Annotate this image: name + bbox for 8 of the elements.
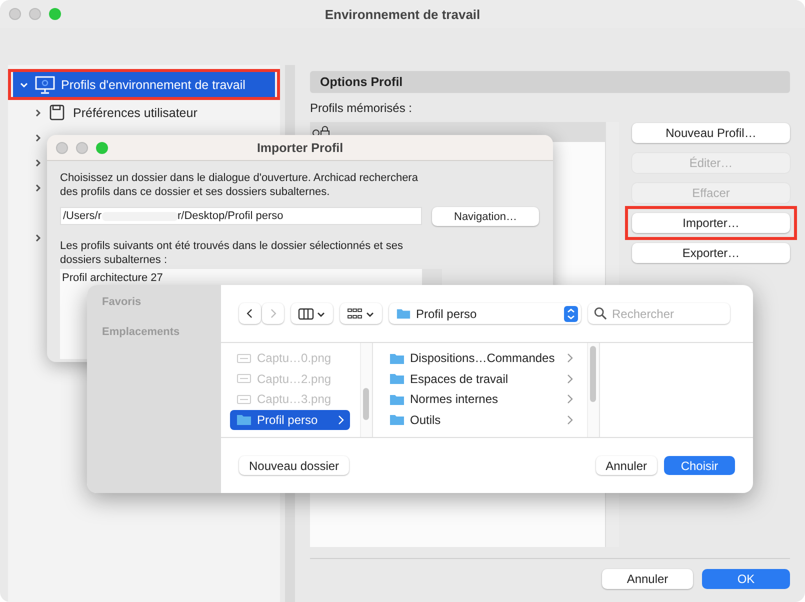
- sidebar-heading: Emplacements: [102, 326, 181, 340]
- sidebar-heading: Favoris: [102, 296, 142, 310]
- dialog-title: Importer Profil: [256, 140, 344, 154]
- window-title: Environnement de travail: [324, 6, 480, 22]
- list-label: Profils mémorisés :: [310, 101, 414, 115]
- found-text: Les profils suivants ont été trouvés dans le dossier sélectionnés et ses dossiers subalternes :: [60, 239, 404, 267]
- instruction-text: Choisissez un dossier dans le dialogue d'ouverture. Archicad recherchera des profils dans ce dossier et ses dossiers subalternes.: [60, 171, 419, 199]
- section-header: Options Profil: [310, 71, 790, 93]
